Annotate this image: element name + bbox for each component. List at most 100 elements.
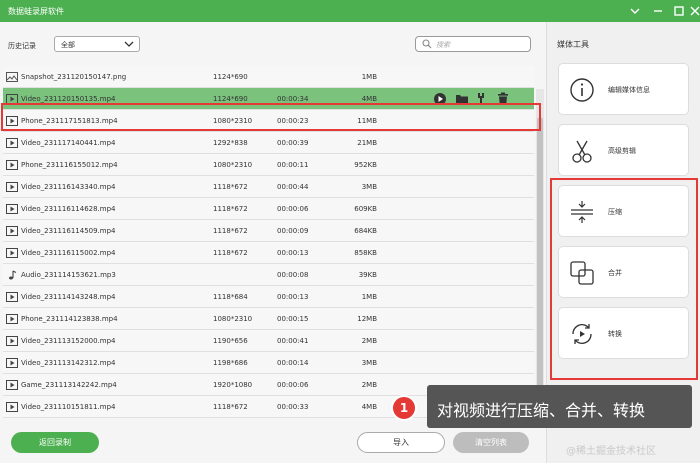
tool-label: 高级剪辑: [608, 147, 636, 155]
history-filter-value: 全部: [61, 41, 75, 49]
file-size: 4MB: [361, 403, 377, 411]
file-duration: 00:00:39: [277, 139, 309, 147]
file-resolution: 1080*2310: [213, 315, 253, 323]
scrollbar[interactable]: [536, 89, 544, 419]
file-resolution: 1118*672: [213, 403, 248, 411]
file-row[interactable]: Phone_231117151813.mp4 1080*2310 00:00:23 1…: [3, 110, 534, 132]
tool-edit-media-info[interactable]: 编辑媒体信息: [558, 63, 689, 115]
file-resolution: 1124*690: [213, 95, 248, 103]
history-filter-select[interactable]: 全部: [54, 36, 140, 52]
file-name: Video_231113152000.mp4: [21, 337, 116, 345]
compress-icon: [569, 199, 595, 225]
folder-icon[interactable]: [455, 92, 469, 106]
file-name: Game_231113142242.mp4: [21, 381, 117, 389]
file-size: 1MB: [361, 293, 377, 301]
file-size: 609KB: [354, 205, 377, 213]
tool-advanced-cut[interactable]: 高级剪辑: [558, 124, 689, 176]
file-name: Audio_231114153621.mp3: [21, 271, 116, 279]
callout-tooltip: 对视频进行压缩、合并、转换: [427, 385, 692, 428]
file-duration: 00:00:41: [277, 337, 309, 345]
file-name: Video_231116115002.mp4: [21, 249, 116, 257]
import-button[interactable]: 导入: [357, 432, 445, 453]
video-file-icon: [6, 204, 18, 214]
file-name: Phone_231114123838.mp4: [21, 315, 118, 323]
play-icon[interactable]: [433, 92, 447, 106]
scissors-icon: [569, 138, 595, 164]
file-row[interactable]: Phone_231114123838.mp4 1080*2310 00:00:15 1…: [3, 308, 534, 330]
file-row[interactable]: Video_231120150135.mp4 1124*690 00:00:34 4M…: [3, 88, 534, 110]
video-file-icon: [6, 182, 18, 192]
file-name: Video_231116114628.mp4: [21, 205, 116, 213]
file-duration: 00:00:06: [277, 381, 309, 389]
file-size: 1MB: [361, 73, 377, 81]
video-file-icon: [6, 160, 18, 170]
file-row[interactable]: Video_231117140441.mp4 1292*838 00:00:39 21…: [3, 132, 534, 154]
file-size: 3MB: [361, 359, 377, 367]
media-tools-title: 媒体工具: [557, 40, 589, 49]
file-duration: 00:00:13: [277, 249, 309, 257]
file-resolution: 1080*2310: [213, 117, 253, 125]
maximize-icon[interactable]: [672, 4, 686, 18]
tool-label: 合并: [608, 269, 622, 277]
file-resolution: 1118*672: [213, 205, 248, 213]
file-resolution: 1198*686: [213, 359, 248, 367]
video-file-icon: [6, 138, 18, 148]
file-resolution: 1118*672: [213, 227, 248, 235]
file-size: 39KB: [358, 271, 377, 279]
file-duration: 00:00:34: [277, 95, 309, 103]
scrollbar-thumb[interactable]: [537, 117, 543, 409]
file-row[interactable]: Video_231116143340.mp4 1118*672 00:00:44 3M…: [3, 176, 534, 198]
file-size: 12MB: [357, 315, 377, 323]
wrench-icon[interactable]: [476, 92, 490, 106]
video-file-icon: [6, 226, 18, 236]
file-size: 4MB: [361, 95, 377, 103]
file-row[interactable]: Phone_231116155012.mp4 1080*2310 00:00:11 9…: [3, 154, 534, 176]
file-resolution: 1292*838: [213, 139, 248, 147]
convert-icon: [569, 321, 595, 347]
history-label: 历史记录: [8, 42, 36, 50]
tool-label: 编辑媒体信息: [608, 86, 650, 94]
file-name: Video_231110151811.mp4: [21, 403, 116, 411]
title-bar: 数据蛙录屏软件: [0, 0, 700, 22]
file-size: 952KB: [354, 161, 377, 169]
file-row[interactable]: Video_231116115002.mp4 1118*672 00:00:13 85…: [3, 242, 534, 264]
file-row[interactable]: Video_231113142312.mp4 1198*686 00:00:14 3M…: [3, 352, 534, 374]
callout-text: 对视频进行压缩、合并、转换: [437, 401, 646, 420]
minimize-icon[interactable]: [651, 4, 665, 18]
file-size: 2MB: [361, 381, 377, 389]
chevron-down-icon: [124, 38, 134, 53]
file-row[interactable]: Video_231114143248.mp4 1118*684 00:00:13 1M…: [3, 286, 534, 308]
watermark: @稀土掘金技术社区: [566, 446, 656, 457]
file-row[interactable]: Audio_231114153621.mp3 00:00:08 39KB: [3, 264, 534, 286]
file-row[interactable]: Video_231116114509.mp4 1118*672 00:00:09 68…: [3, 220, 534, 242]
file-resolution: 1118*672: [213, 249, 248, 257]
close-icon[interactable]: [688, 4, 700, 18]
back-to-record-button[interactable]: 返回录制: [11, 432, 99, 453]
file-duration: 00:00:33: [277, 403, 309, 411]
file-row[interactable]: Video_231116114628.mp4 1118*672 00:00:06 60…: [3, 198, 534, 220]
video-file-icon: [6, 380, 18, 390]
search-input[interactable]: 搜索: [415, 36, 531, 52]
tool-convert[interactable]: 转换: [558, 307, 689, 359]
file-row[interactable]: Snapshot_231120150147.png 1124*690 1MB: [3, 66, 534, 88]
file-row[interactable]: Video_231113152000.mp4 1190*656 00:00:41 2M…: [3, 330, 534, 352]
clear-list-button[interactable]: 清空列表: [453, 432, 529, 453]
video-file-icon: [6, 94, 18, 104]
trash-icon[interactable]: [496, 92, 510, 106]
image-file-icon: [6, 72, 18, 82]
file-name: Video_231114143248.mp4: [21, 293, 116, 301]
video-file-icon: [6, 314, 18, 324]
file-duration: 00:00:13: [277, 293, 309, 301]
file-duration: 00:00:09: [277, 227, 309, 235]
file-resolution: 1080*2310: [213, 161, 253, 169]
file-name: Phone_231117151813.mp4: [21, 117, 118, 125]
video-file-icon: [6, 116, 18, 126]
file-size: 21MB: [357, 139, 377, 147]
search-placeholder: 搜索: [436, 41, 450, 49]
file-size: 3MB: [361, 183, 377, 191]
file-size: 2MB: [361, 337, 377, 345]
settings-menu-icon[interactable]: [628, 4, 642, 18]
tool-compress[interactable]: 压缩: [558, 185, 689, 237]
tool-merge[interactable]: 合并: [558, 246, 689, 298]
file-name: Video_231120150135.mp4: [21, 95, 116, 103]
